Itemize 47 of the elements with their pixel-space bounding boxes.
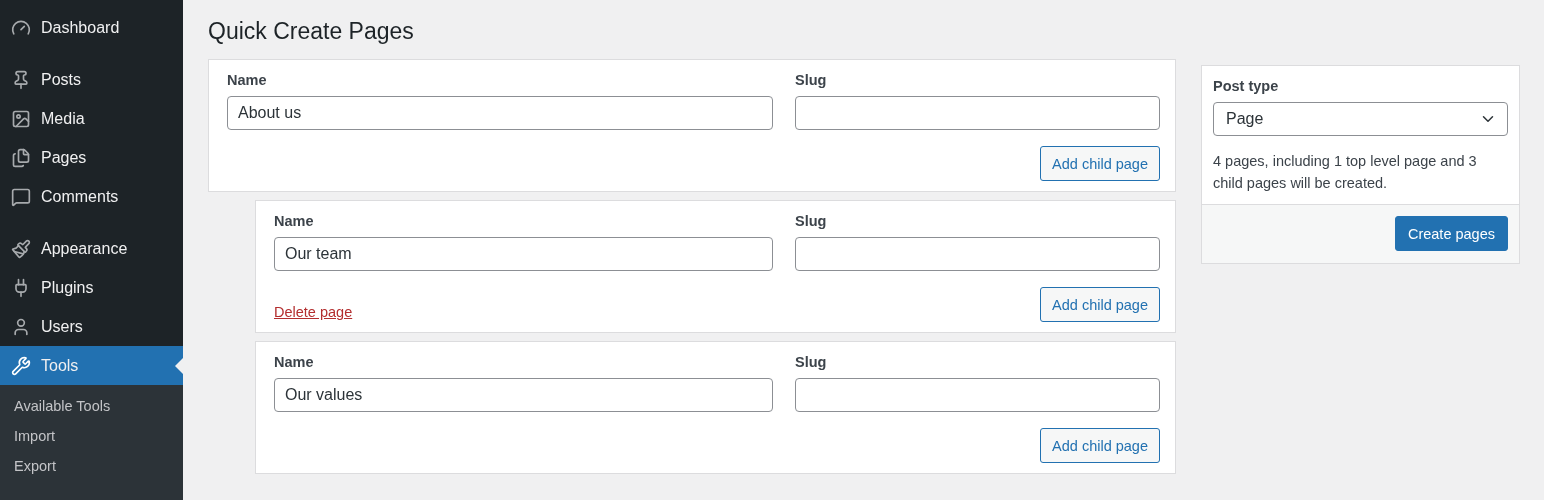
menu-label: Pages (41, 148, 87, 167)
submenu-item[interactable]: Export (0, 451, 183, 481)
submenu-item[interactable]: Import (0, 421, 183, 451)
menu-label: Tools (41, 356, 79, 375)
menu-item[interactable]: Comments (0, 177, 183, 216)
slug-label: Slug (795, 72, 828, 88)
add-child-page-button[interactable]: Add child page (1040, 428, 1160, 463)
menu-item[interactable]: Appearance (0, 229, 183, 268)
create-pages-button[interactable]: Create pages (1394, 216, 1508, 251)
image-icon (11, 108, 31, 129)
menu-item[interactable]: Pages (0, 138, 183, 177)
menu-label: Posts (41, 70, 81, 89)
add-child-page-button[interactable]: Add child page (1040, 287, 1160, 322)
summary-text: 4 pages, including 1 top level page and 3 child pages will be created. (1213, 152, 1478, 193)
wrench-icon (11, 355, 31, 376)
pages-icon (11, 147, 31, 168)
menu-item[interactable]: Plugins (0, 268, 183, 307)
menu-item[interactable]: Dashboard (0, 8, 183, 47)
name-input[interactable]: Our team (274, 237, 773, 271)
current-pointer-icon (175, 358, 183, 374)
name-label: Name (274, 354, 315, 370)
menu-label: Users (41, 317, 83, 336)
paintbrush-icon (11, 238, 31, 259)
menu-item[interactable]: Media (0, 99, 183, 138)
add-child-page-button[interactable]: Add child page (1040, 146, 1160, 181)
post-type-label: Post type (1213, 78, 1280, 94)
menu-label: Appearance (41, 239, 128, 258)
submenu-item[interactable]: Available Tools (0, 391, 183, 421)
menu-item[interactable]: Tools (0, 346, 183, 385)
speech-bubble-icon (11, 186, 31, 207)
delete-page-link[interactable]: Delete page (274, 304, 353, 320)
menu-label: Media (41, 109, 85, 128)
slug-label: Slug (795, 213, 828, 229)
menu-label: Comments (41, 187, 119, 206)
name-label: Name (274, 213, 315, 229)
menu-label: Dashboard (41, 18, 120, 37)
slug-label: Slug (795, 354, 828, 370)
menu-item[interactable]: Users (0, 307, 183, 346)
menu-label: Plugins (41, 278, 94, 297)
post-type-select[interactable]: Page (1213, 102, 1508, 136)
name-label: Name (227, 72, 268, 88)
pin-icon (11, 69, 31, 90)
name-input[interactable]: About us (227, 96, 773, 130)
menu-item[interactable]: Posts (0, 60, 183, 99)
user-icon (11, 316, 31, 337)
page-title: Quick Create Pages (208, 18, 415, 45)
name-input[interactable]: Our values (274, 378, 773, 412)
